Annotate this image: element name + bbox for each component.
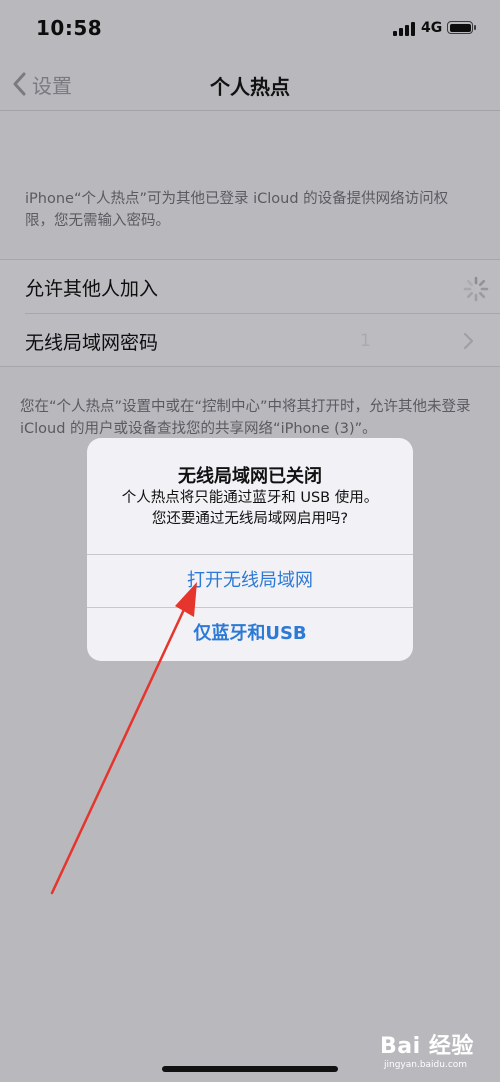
wifi-password-label: 无线局域网密码 — [25, 332, 159, 354]
status-bar: 10:58 4G — [0, 0, 500, 58]
network-type: 4G — [421, 20, 443, 36]
alert-message-line-1: 个人热点将只能通过蓝牙和 USB 使用。 — [121, 490, 379, 506]
alert-message: 个人热点将只能通过蓝牙和 USB 使用。 您还要通过无线局域网启用吗? — [99, 488, 401, 530]
hotspot-footer-note: 您在“个人热点”设置中或在“控制中心”中将其打开时，允许其他未登录 iCloud… — [20, 399, 471, 437]
turn-on-wifi-button[interactable]: 打开无线局域网 — [87, 555, 413, 607]
watermark-brand: Bai 经验 — [380, 1034, 474, 1059]
alert-title: 无线局域网已关闭 — [178, 466, 322, 487]
signal-icon — [393, 22, 415, 36]
wifi-password-value: 1 — [360, 331, 371, 351]
settings-group: 允许其他人加入 无线局域网密码 — [0, 259, 500, 367]
chevron-right-icon — [463, 332, 474, 350]
allow-others-row[interactable]: 允许其他人加入 — [0, 260, 500, 314]
watermark-url: jingyan.baidu.com — [384, 1060, 468, 1070]
wifi-off-alert: 无线局域网已关闭 个人热点将只能通过蓝牙和 USB 使用。 您还要通过无线局域网… — [87, 438, 413, 661]
home-indicator[interactable] — [162, 1066, 338, 1072]
battery-icon — [447, 21, 476, 34]
allow-others-label: 允许其他人加入 — [25, 278, 159, 300]
alert-message-line-2: 您还要通过无线局域网启用吗? — [151, 511, 349, 527]
navigation-bar: 设置 个人热点 — [0, 58, 500, 111]
wifi-password-row[interactable]: 无线局域网密码 — [0, 314, 500, 367]
loading-spinner-icon — [463, 276, 489, 302]
bluetooth-usb-only-button[interactable]: 仅蓝牙和USB — [87, 608, 413, 660]
page-title: 个人热点 — [210, 75, 290, 99]
status-time: 10:58 — [36, 16, 103, 40]
baidu-jingyan-watermark: Bai 经验 jingyan.baidu.com — [380, 1028, 490, 1078]
hotspot-description: iPhone“个人热点”可为其他已登录 iCloud 的设备提供网络访问权限，您… — [25, 191, 449, 229]
